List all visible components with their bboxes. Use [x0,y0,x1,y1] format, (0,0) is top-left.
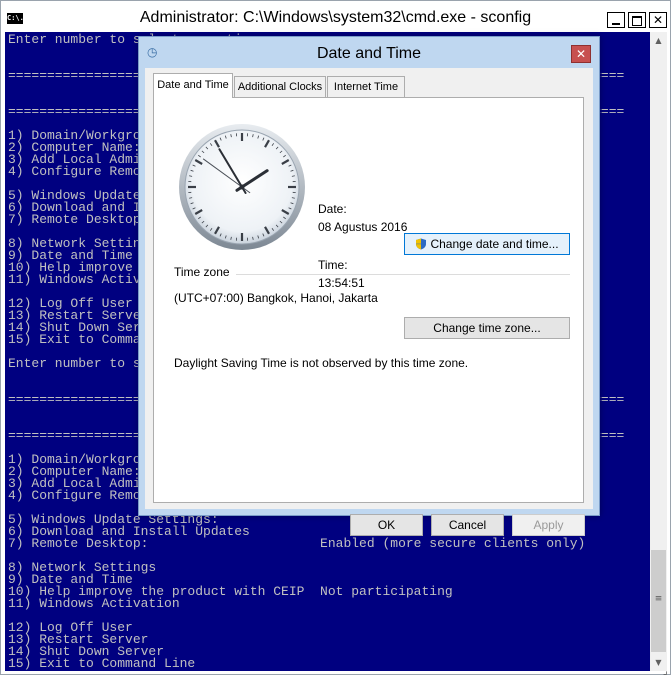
time-zone-value: (UTC+07:00) Bangkok, Hanoi, Jakarta [174,291,378,305]
dialog-close-button[interactable]: ✕ [571,45,591,63]
grip-icon: ≡ [651,594,666,604]
analog-clock [177,122,307,252]
change-date-time-label: Change date and time... [430,237,558,251]
maximize-button[interactable] [628,12,646,28]
time-value: 13:54:51 [318,276,365,290]
time-zone-divider [236,274,570,275]
dst-note: Daylight Saving Time is not observed by … [174,356,468,370]
dialog-title: Date and Time [139,45,599,63]
scroll-up-arrow-icon[interactable]: ▲ [650,32,667,49]
tab-panel: Date: 08 Agustus 2016 Time: 13:54:51 Cha… [153,97,584,503]
time-label: Time: [318,258,348,272]
tab-additional-clocks[interactable]: Additional Clocks [234,76,326,97]
tab-internet-time[interactable]: Internet Time [327,76,405,97]
apply-button[interactable]: Apply [512,514,585,536]
date-label: Date: [318,202,347,216]
minimize-button[interactable] [607,12,625,28]
date-time-dialog: ◷ Date and Time ✕ Date and Time Addition… [138,36,600,516]
change-date-time-button[interactable]: Change date and time... [404,233,570,255]
dialog-body: Date and Time Additional Clocks Internet… [145,68,593,509]
resize-grip-icon[interactable]: ⌟ [663,666,668,677]
time-zone-heading: Time zone [174,265,230,279]
close-icon: ✕ [650,13,666,27]
clock-center [240,185,245,190]
date-value: 08 Agustus 2016 [318,220,407,234]
scroll-thumb[interactable]: ≡ [651,550,666,652]
ok-button[interactable]: OK [350,514,423,536]
close-button[interactable]: ✕ [649,12,667,28]
cmd-window-title: Administrator: C:\Windows\system32\cmd.e… [1,9,670,27]
cancel-button[interactable]: Cancel [431,514,504,536]
uac-shield-icon [415,238,427,250]
tab-date-and-time[interactable]: Date and Time [153,73,233,98]
close-icon: ✕ [576,47,586,61]
change-time-zone-button[interactable]: Change time zone... [404,317,570,339]
vertical-scrollbar[interactable]: ▲ ≡ ▼ [650,32,667,671]
cmd-titlebar[interactable]: C:\. Administrator: C:\Windows\system32\… [1,1,670,32]
